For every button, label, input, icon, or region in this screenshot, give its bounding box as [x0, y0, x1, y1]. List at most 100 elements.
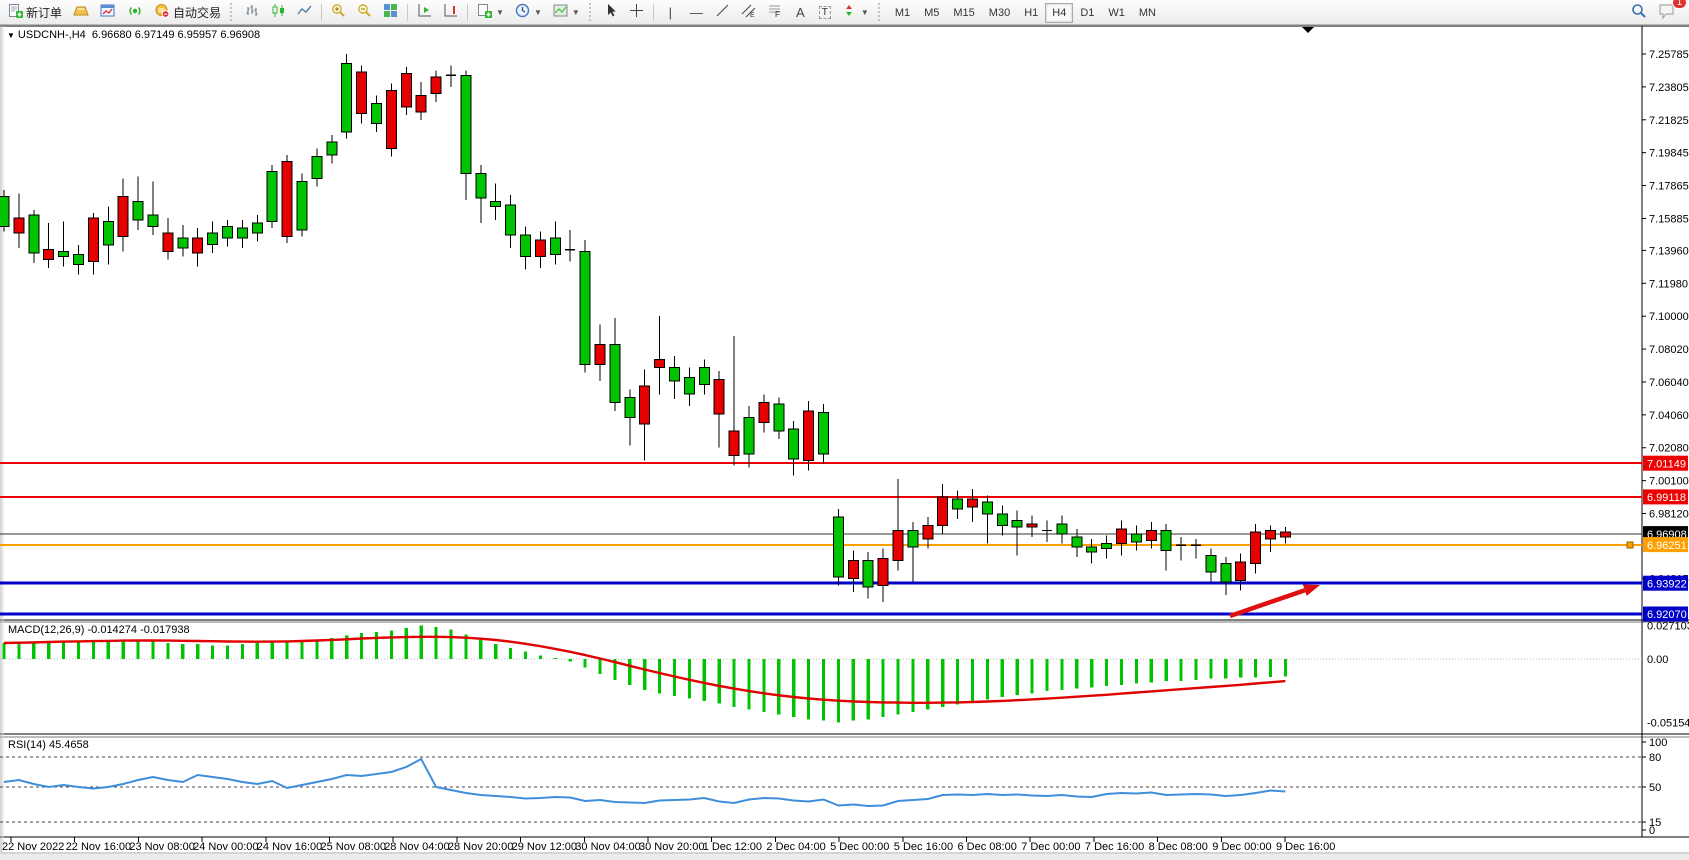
- search-icon: [1631, 3, 1647, 22]
- svg-text:7.15885: 7.15885: [1649, 213, 1689, 225]
- auto-scroll-button[interactable]: [438, 0, 463, 24]
- tab-timeframe-D1[interactable]: D1: [1073, 3, 1101, 23]
- crosshair-icon: [629, 3, 644, 21]
- toolbar-grip: [878, 3, 883, 21]
- trendline-button[interactable]: [710, 0, 735, 24]
- candlestick-chart-icon: [271, 3, 286, 21]
- toolbar-grip: [589, 3, 594, 21]
- template-icon: [553, 3, 568, 21]
- svg-text:0.00: 0.00: [1647, 654, 1668, 666]
- toolbar-separator: [407, 4, 408, 21]
- chart-ohlc-values: 6.96680 6.97149 6.95957 6.96908: [92, 29, 260, 41]
- horizontal-line-icon: —: [689, 5, 704, 20]
- svg-text:2 Dec 04:00: 2 Dec 04:00: [766, 841, 825, 853]
- new-chart-button[interactable]: ▼: [472, 0, 509, 24]
- indicator-gridlines: [0, 659, 1642, 822]
- fibonacci-button[interactable]: F: [762, 0, 787, 24]
- new-order-button[interactable]: 新订单: [3, 0, 67, 24]
- svg-text:F: F: [775, 10, 780, 18]
- text-button[interactable]: A: [788, 2, 813, 23]
- svg-text:7.25785: 7.25785: [1649, 49, 1689, 61]
- svg-text:7.21825: 7.21825: [1649, 115, 1689, 127]
- chart-shift-button[interactable]: [412, 0, 437, 24]
- horizontal-price-lines[interactable]: [0, 463, 1642, 614]
- gold-button[interactable]: [68, 1, 94, 24]
- cursor-button[interactable]: [599, 0, 623, 24]
- line-chart-button[interactable]: [292, 0, 317, 24]
- tab-timeframe-H1[interactable]: H1: [1017, 3, 1045, 23]
- rsi-line: [4, 759, 1285, 806]
- auto-trading-icon: [154, 3, 170, 21]
- zoom-in-button[interactable]: [326, 0, 351, 24]
- auto-trading-label: 自动交易: [173, 4, 221, 21]
- tab-timeframe-M15[interactable]: M15: [946, 3, 981, 23]
- notification-badge: 1: [1672, 0, 1687, 9]
- auto-scroll-icon: [443, 3, 458, 21]
- new-order-label: 新订单: [26, 4, 62, 21]
- crosshair-button[interactable]: [624, 0, 649, 24]
- text-label-button[interactable]: T: [814, 3, 836, 22]
- template-button[interactable]: ▼: [548, 0, 585, 24]
- signal-icon: [127, 3, 143, 21]
- window-menu-icon[interactable]: ▼: [7, 31, 15, 40]
- svg-text:7.04060: 7.04060: [1649, 410, 1689, 422]
- signal-button[interactable]: [122, 0, 148, 24]
- period-clock-button[interactable]: ▼: [510, 0, 547, 24]
- svg-text:7.01149: 7.01149: [1647, 458, 1686, 470]
- tab-timeframe-W1[interactable]: W1: [1101, 3, 1132, 23]
- chart-canvas[interactable]: 7.257857.238057.218257.198457.178657.158…: [0, 0, 1689, 860]
- chevron-down-icon: ▼: [496, 8, 504, 17]
- toolbar-grip: [230, 3, 235, 21]
- macd-values: -0.014274 -0.017938: [87, 624, 189, 636]
- svg-text:7.00100: 7.00100: [1649, 476, 1689, 488]
- svg-text:7.19845: 7.19845: [1649, 148, 1689, 160]
- svg-text:7 Dec 00:00: 7 Dec 00:00: [1021, 841, 1080, 853]
- tile-windows-button[interactable]: [378, 0, 403, 24]
- trend-arrow[interactable]: [1230, 585, 1320, 617]
- tab-timeframe-M5[interactable]: M5: [917, 3, 946, 23]
- tab-timeframe-M30[interactable]: M30: [982, 3, 1017, 23]
- chart-title: ▼USDCNH-,H4 6.96680 6.97149 6.95957 6.96…: [7, 29, 260, 41]
- svg-text:0.027103: 0.027103: [1647, 621, 1689, 633]
- svg-text:80: 80: [1649, 752, 1661, 764]
- channel-button[interactable]: E: [736, 0, 761, 24]
- auto-trading-button[interactable]: 自动交易: [149, 0, 226, 24]
- tile-windows-icon: [383, 3, 398, 21]
- search-button[interactable]: [1626, 0, 1652, 25]
- pane-borders: [0, 26, 1689, 860]
- bar-chart-button[interactable]: [240, 0, 265, 24]
- market-watch-button[interactable]: [95, 0, 121, 24]
- tab-timeframe-M1[interactable]: M1: [888, 3, 917, 23]
- arrows-icon: [842, 3, 857, 21]
- tab-timeframe-MN[interactable]: MN: [1132, 3, 1163, 23]
- chart-shift-marker[interactable]: [1302, 27, 1314, 33]
- horizontal-line-button[interactable]: —: [684, 2, 709, 23]
- svg-text:25 Nov 08:00: 25 Nov 08:00: [321, 841, 386, 853]
- svg-text:6.98120: 6.98120: [1649, 509, 1689, 521]
- svg-text:22 Nov 2022: 22 Nov 2022: [2, 841, 64, 853]
- svg-text:6.92070: 6.92070: [1647, 609, 1687, 621]
- rsi-label: RSI(14) 45.4658: [8, 739, 89, 751]
- svg-text:24 Nov 16:00: 24 Nov 16:00: [257, 841, 322, 853]
- svg-text:22 Nov 16:00: 22 Nov 16:00: [66, 841, 131, 853]
- svg-text:6.93922: 6.93922: [1647, 578, 1687, 590]
- mt4-window: 新订单 自动交易 ▼ ▼ ▼ | — E F A T ▼: [0, 0, 1689, 860]
- channel-icon: E: [741, 3, 756, 21]
- svg-text:9 Dec 16:00: 9 Dec 16:00: [1276, 841, 1335, 853]
- toolbar-separator: [653, 4, 654, 21]
- macd-label: MACD(12,26,9) -0.014274 -0.017938: [8, 624, 190, 636]
- toolbar-separator: [321, 4, 322, 21]
- bar-chart-icon: [245, 3, 260, 21]
- svg-text:5 Dec 00:00: 5 Dec 00:00: [830, 841, 889, 853]
- tab-timeframe-H4[interactable]: H4: [1045, 3, 1073, 23]
- candlestick-chart-button[interactable]: [266, 0, 291, 24]
- line-handle: [1627, 542, 1633, 548]
- rsi-value: 45.4658: [49, 739, 89, 751]
- svg-text:5 Dec 16:00: 5 Dec 16:00: [894, 841, 953, 853]
- vertical-line-button[interactable]: |: [658, 2, 683, 23]
- arrows-button[interactable]: ▼: [837, 0, 874, 24]
- svg-text:6.99118: 6.99118: [1647, 492, 1686, 504]
- zoom-out-button[interactable]: [352, 0, 377, 24]
- text-label-icon: T: [819, 6, 831, 19]
- svg-text:7.23805: 7.23805: [1649, 82, 1689, 94]
